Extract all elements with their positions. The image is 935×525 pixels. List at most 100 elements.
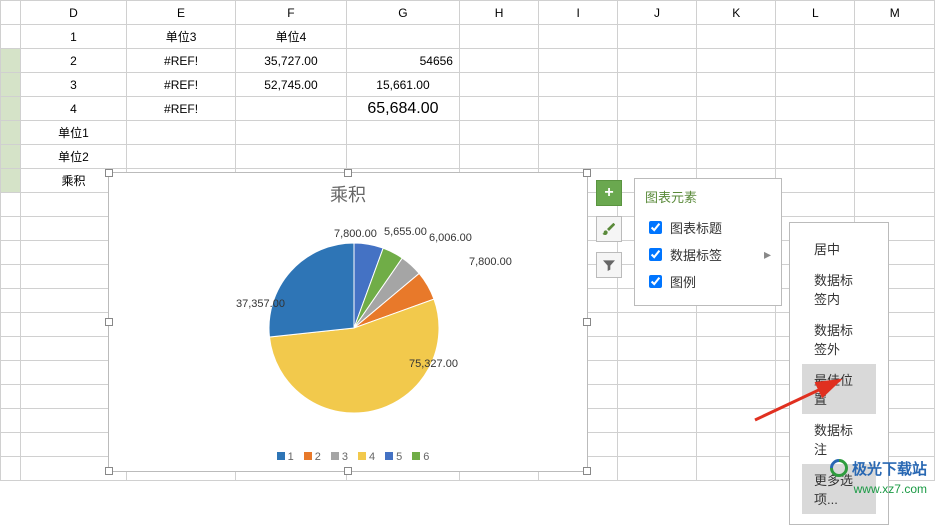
- cell[interactable]: 35,727.00: [235, 49, 346, 73]
- table-row[interactable]: 4 #REF! 65,684.00: [1, 97, 935, 121]
- resize-handle[interactable]: [105, 318, 113, 326]
- chart-filter-button[interactable]: [596, 252, 622, 278]
- data-label[interactable]: 75,327.00: [409, 358, 458, 370]
- chart-legend[interactable]: 123456: [109, 451, 587, 463]
- resize-handle[interactable]: [105, 467, 113, 475]
- cell[interactable]: 52,745.00: [235, 73, 346, 97]
- resize-handle[interactable]: [344, 467, 352, 475]
- popover-title: 图表元素: [645, 187, 771, 206]
- col-D[interactable]: D: [20, 1, 126, 25]
- legend-swatch: [331, 452, 339, 460]
- checkbox[interactable]: [649, 221, 662, 234]
- plus-icon: +: [604, 184, 613, 202]
- row-header[interactable]: [1, 97, 21, 121]
- table-row[interactable]: 单位1: [1, 121, 935, 145]
- legend-swatch: [358, 452, 366, 460]
- cell[interactable]: 1: [20, 25, 126, 49]
- row-header[interactable]: [1, 121, 21, 145]
- option-label: 图例: [670, 272, 696, 291]
- row-header[interactable]: [1, 73, 21, 97]
- data-label[interactable]: 7,800.00: [334, 228, 377, 240]
- watermark: 极光下载站 www.xz7.com: [830, 458, 927, 497]
- corner-cell[interactable]: [1, 1, 21, 25]
- submenu-item[interactable]: 居中: [802, 233, 876, 264]
- data-label[interactable]: 7,800.00: [469, 256, 512, 268]
- chart-styles-button[interactable]: [596, 216, 622, 242]
- chart-element-option[interactable]: 数据标签 ▸: [645, 241, 771, 268]
- cell[interactable]: 单位3: [127, 25, 236, 49]
- table-row[interactable]: 2 #REF! 35,727.00 54656: [1, 49, 935, 73]
- col-I[interactable]: I: [539, 1, 618, 25]
- cell[interactable]: 单位4: [235, 25, 346, 49]
- data-label[interactable]: 5,655.00: [384, 226, 427, 238]
- logo-icon: [826, 455, 851, 480]
- chart-elements-popover: 图表元素 图表标题数据标签 ▸ 图例: [634, 178, 782, 306]
- legend-swatch: [412, 452, 420, 460]
- submenu-item[interactable]: 数据标注: [802, 414, 876, 464]
- data-label[interactable]: 37,357.00: [236, 298, 285, 310]
- cell-error[interactable]: #REF!: [127, 49, 236, 73]
- col-K[interactable]: K: [697, 1, 776, 25]
- watermark-logo: 极光下载站: [830, 458, 927, 479]
- chart-title[interactable]: 乘积: [109, 181, 587, 207]
- chart-elements-button[interactable]: +: [596, 180, 622, 206]
- filter-icon: [601, 257, 617, 273]
- legend-swatch: [277, 452, 285, 460]
- cell[interactable]: [235, 97, 346, 121]
- table-row[interactable]: 1 单位3 单位4: [1, 25, 935, 49]
- cell[interactable]: 单位1: [20, 121, 126, 145]
- cell[interactable]: 单位2: [20, 145, 126, 169]
- cell[interactable]: 54656: [346, 49, 459, 73]
- col-M[interactable]: M: [855, 1, 935, 25]
- column-header-row: D E F G H I J K L M: [1, 1, 935, 25]
- col-J[interactable]: J: [618, 1, 697, 25]
- pie-chart[interactable]: 乘积 7,800.005,655.006,006.007,800.0075,32…: [108, 172, 588, 472]
- table-row[interactable]: 3 #REF! 52,745.00 15,661.00: [1, 73, 935, 97]
- resize-handle[interactable]: [105, 169, 113, 177]
- submenu-item[interactable]: 数据标签内: [802, 264, 876, 314]
- legend-swatch: [385, 452, 393, 460]
- col-H[interactable]: H: [459, 1, 538, 25]
- legend-label: 1: [288, 451, 294, 463]
- submenu-item[interactable]: 最佳位置: [802, 364, 876, 414]
- checkbox[interactable]: [649, 248, 662, 261]
- legend-label: 5: [396, 451, 402, 463]
- resize-handle[interactable]: [583, 169, 591, 177]
- col-F[interactable]: F: [235, 1, 346, 25]
- resize-handle[interactable]: [583, 318, 591, 326]
- row-header[interactable]: [1, 145, 21, 169]
- chart-element-option[interactable]: 图例: [645, 268, 771, 295]
- submenu-item[interactable]: 数据标签外: [802, 314, 876, 364]
- resize-handle[interactable]: [344, 169, 352, 177]
- row-header[interactable]: [1, 49, 21, 73]
- cell[interactable]: [346, 25, 459, 49]
- watermark-url: www.xz7.com: [830, 482, 927, 496]
- pie-slice[interactable]: [269, 243, 354, 337]
- legend-label: 2: [315, 451, 321, 463]
- checkbox[interactable]: [649, 275, 662, 288]
- legend-label: 3: [342, 451, 348, 463]
- cell[interactable]: 65,684.00: [346, 97, 459, 121]
- row-header[interactable]: [1, 25, 21, 49]
- option-label: 数据标签: [670, 245, 722, 264]
- table-row[interactable]: 单位2: [1, 145, 935, 169]
- row-header[interactable]: [1, 169, 21, 193]
- cell[interactable]: 3: [20, 73, 126, 97]
- cell[interactable]: 4: [20, 97, 126, 121]
- col-E[interactable]: E: [127, 1, 236, 25]
- cell[interactable]: 2: [20, 49, 126, 73]
- cell-error[interactable]: #REF!: [127, 73, 236, 97]
- legend-swatch: [304, 452, 312, 460]
- col-G[interactable]: G: [346, 1, 459, 25]
- chart-side-buttons: +: [596, 180, 622, 288]
- chart-element-option[interactable]: 图表标题: [645, 214, 771, 241]
- option-label: 图表标题: [670, 218, 722, 237]
- cell-error[interactable]: #REF!: [127, 97, 236, 121]
- cell[interactable]: 15,661.00: [346, 73, 459, 97]
- brush-icon: [601, 221, 617, 237]
- data-label[interactable]: 6,006.00: [429, 232, 472, 244]
- pie-plot: 7,800.005,655.006,006.007,800.0075,327.0…: [264, 238, 444, 418]
- resize-handle[interactable]: [583, 467, 591, 475]
- chevron-right-icon: ▸: [764, 246, 771, 263]
- col-L[interactable]: L: [776, 1, 855, 25]
